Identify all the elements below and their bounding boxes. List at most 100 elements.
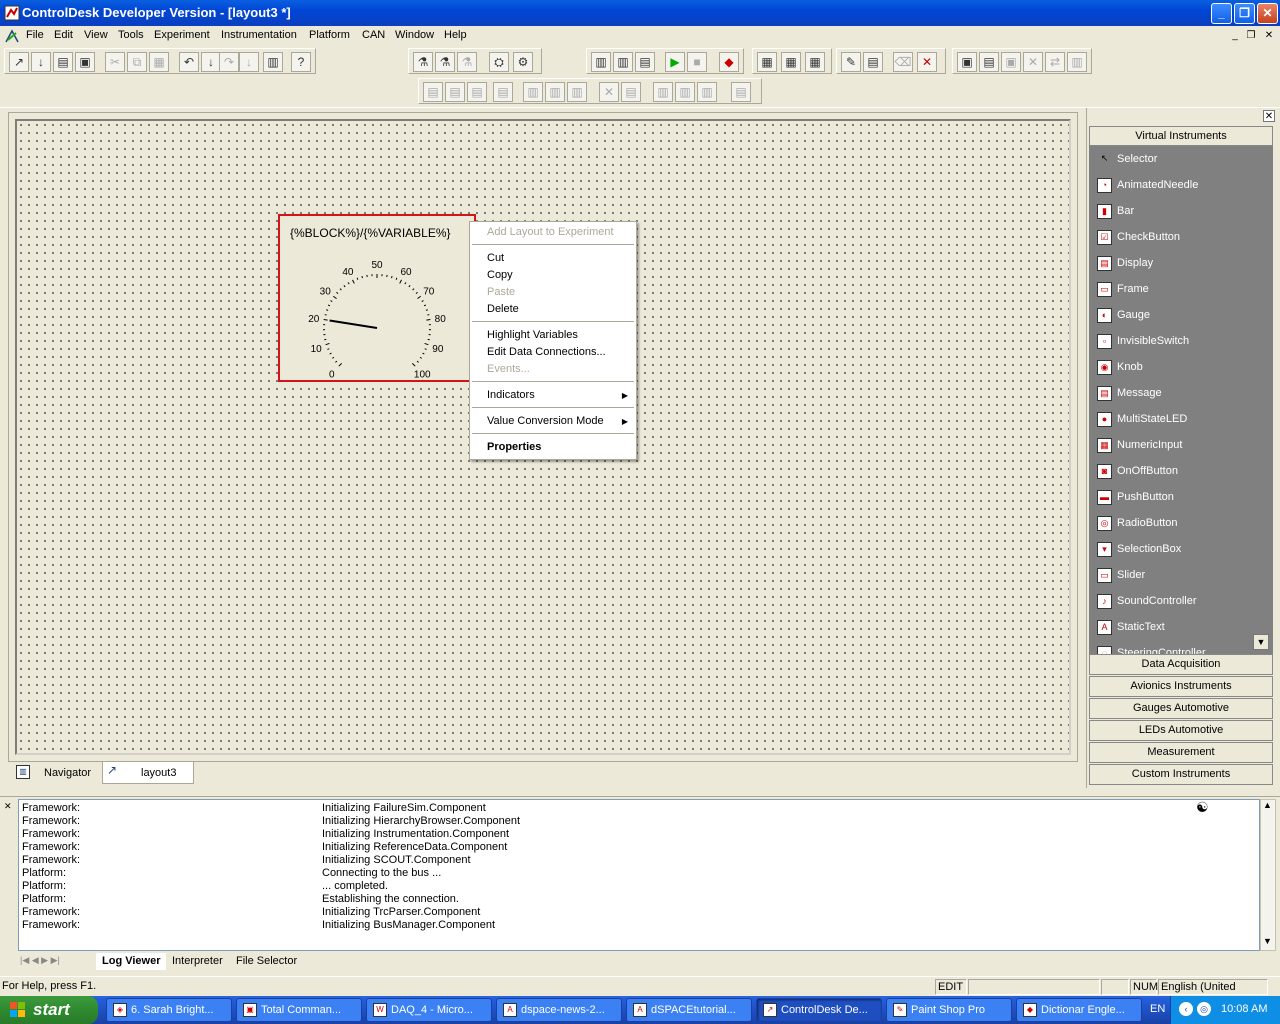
- open-icon[interactable]: ▤: [53, 52, 73, 72]
- reload-icon[interactable]: ▤: [635, 52, 655, 72]
- instrument-add-icon[interactable]: ▦: [805, 52, 825, 72]
- cut-icon[interactable]: ✂: [105, 52, 125, 72]
- taskbar-button[interactable]: AdSPACEtutorial...: [626, 998, 752, 1022]
- undo-dropdown-icon[interactable]: ↓: [201, 52, 221, 72]
- tab-interpreter[interactable]: Interpreter: [166, 953, 229, 970]
- grid-icon[interactable]: ▤: [621, 82, 641, 102]
- connect-icon[interactable]: ✎: [841, 52, 861, 72]
- experiment-close-icon[interactable]: ⚗: [457, 52, 477, 72]
- copy-icon[interactable]: ⧉: [127, 52, 147, 72]
- taskbar-button[interactable]: ◈ 6. Sarah Bright...: [106, 998, 232, 1022]
- vi-group-avionics-instruments[interactable]: Avionics Instruments: [1089, 676, 1273, 697]
- experiment-open-icon[interactable]: ⚗: [435, 52, 455, 72]
- space-vertical-icon[interactable]: ▥: [675, 82, 695, 102]
- order-icon[interactable]: ▥: [697, 82, 717, 102]
- same-width-icon[interactable]: ▥: [523, 82, 543, 102]
- menu-add-layout-to-experiment[interactable]: Add Layout to Experiment: [487, 226, 614, 238]
- help-icon[interactable]: ?: [291, 52, 311, 72]
- record-icon[interactable]: ◆: [719, 52, 739, 72]
- menu-copy[interactable]: Copy: [487, 269, 513, 281]
- chip-icon[interactable]: ▣: [957, 52, 977, 72]
- taskbar-button[interactable]: W DAQ_4 - Micro...: [366, 998, 492, 1022]
- start-button[interactable]: start: [0, 996, 98, 1024]
- same-size-icon[interactable]: ▥: [567, 82, 587, 102]
- vi-group-data-acquisition[interactable]: Data Acquisition: [1089, 654, 1273, 675]
- tab-layout3[interactable]: ↗ layout3: [102, 762, 194, 784]
- panel-close-icon[interactable]: ✕: [1263, 110, 1275, 122]
- menu-highlight-variables[interactable]: Highlight Variables: [487, 329, 578, 341]
- scroll-down-icon[interactable]: ▼: [1263, 936, 1272, 946]
- tray-arrow-icon[interactable]: ‹: [1179, 1002, 1193, 1016]
- vi-group-measurement[interactable]: Measurement: [1089, 742, 1273, 763]
- menu-properties[interactable]: Properties: [487, 441, 541, 453]
- menu-events[interactable]: Events...: [487, 363, 530, 375]
- connect-settings-icon[interactable]: ▤: [863, 52, 883, 72]
- mdi-minimize-button[interactable]: _: [1228, 29, 1242, 43]
- disconnect-icon[interactable]: ✕: [917, 52, 937, 72]
- same-height-icon[interactable]: ▥: [545, 82, 565, 102]
- book-icon[interactable]: ▥: [1067, 52, 1087, 72]
- menu-platform[interactable]: Platform: [309, 29, 350, 41]
- menu-instrumentation[interactable]: Instrumentation: [221, 29, 297, 41]
- space-horizontal-icon[interactable]: ▥: [653, 82, 673, 102]
- menu-view[interactable]: View: [84, 29, 108, 41]
- menu-file[interactable]: File: [26, 29, 44, 41]
- taskbar-button[interactable]: ▣ Total Comman...: [236, 998, 362, 1022]
- minimize-button[interactable]: _: [1211, 3, 1232, 24]
- mdi-restore-button[interactable]: ❐: [1244, 29, 1258, 43]
- log-viewer[interactable]: Framework: Initializing FailureSim.Compon…: [18, 799, 1260, 951]
- disk-icon[interactable]: ▣: [1001, 52, 1021, 72]
- menu-window[interactable]: Window: [395, 29, 434, 41]
- properties-icon[interactable]: ▥: [263, 52, 283, 72]
- taskbar-button[interactable]: ✎ Paint Shop Pro: [886, 998, 1012, 1022]
- download-icon[interactable]: ▥: [591, 52, 611, 72]
- redo-icon[interactable]: ↷: [219, 52, 239, 72]
- delete-icon[interactable]: ✕: [1023, 52, 1043, 72]
- align-right-icon[interactable]: ▤: [467, 82, 487, 102]
- vi-header[interactable]: Virtual Instruments: [1089, 126, 1273, 146]
- menu-indicators[interactable]: Indicators: [487, 389, 535, 401]
- platform-icon[interactable]: ⚙: [513, 52, 533, 72]
- delete-selection-icon[interactable]: ✕: [599, 82, 619, 102]
- tab-navigator[interactable]: ▥ Navigator: [10, 762, 102, 784]
- taskbar-button[interactable]: ◆ Dictionar Engle...: [1016, 998, 1142, 1022]
- navigator-toggle-icon[interactable]: ⛭: [489, 52, 509, 72]
- upload-icon[interactable]: ▥: [613, 52, 633, 72]
- start-icon[interactable]: ▶: [665, 52, 685, 72]
- save-icon[interactable]: ▣: [75, 52, 95, 72]
- instrument-grid-icon[interactable]: ▦: [781, 52, 801, 72]
- align-top-icon[interactable]: ▤: [493, 82, 513, 102]
- tray-network-icon[interactable]: ◎: [1197, 1002, 1211, 1016]
- instrument-icon[interactable]: ▦: [757, 52, 777, 72]
- taskbar-button[interactable]: ↗ ControlDesk De...: [756, 998, 882, 1022]
- new-dropdown-icon[interactable]: ↓: [31, 52, 51, 72]
- maximize-button[interactable]: ❐: [1234, 3, 1255, 24]
- scroll-up-icon[interactable]: ▲: [1263, 800, 1272, 810]
- paste-icon[interactable]: ▦: [149, 52, 169, 72]
- vi-group-leds-automotive[interactable]: LEDs Automotive: [1089, 720, 1273, 741]
- menu-help[interactable]: Help: [444, 29, 467, 41]
- menu-cut[interactable]: Cut: [487, 252, 504, 264]
- log-scrollbar[interactable]: ▲ ▼: [1260, 799, 1276, 951]
- menu-edit-data-connections[interactable]: Edit Data Connections...: [487, 346, 606, 358]
- language-indicator[interactable]: EN: [1150, 1003, 1165, 1015]
- menu-can[interactable]: CAN: [362, 29, 385, 41]
- undo-icon[interactable]: ↶: [179, 52, 199, 72]
- menu-tools[interactable]: Tools: [118, 29, 144, 41]
- layout-doc-icon[interactable]: [4, 28, 20, 44]
- vi-group-gauges-automotive[interactable]: Gauges Automotive: [1089, 698, 1273, 719]
- folder-icon[interactable]: ▤: [979, 52, 999, 72]
- close-button[interactable]: ✕: [1257, 3, 1278, 24]
- tab-log-viewer[interactable]: Log Viewer: [96, 953, 167, 970]
- tab-scroll-icons[interactable]: |◀ ◀ ▶ ▶|: [20, 955, 60, 966]
- new-layout-icon[interactable]: ↗: [9, 52, 29, 72]
- taskbar-button[interactable]: Adspace-news-2...: [496, 998, 622, 1022]
- mdi-close-button[interactable]: ✕: [1262, 29, 1276, 43]
- menu-paste[interactable]: Paste: [487, 286, 515, 298]
- menu-edit[interactable]: Edit: [54, 29, 73, 41]
- tab-file-selector[interactable]: File Selector: [230, 953, 303, 970]
- align-center-icon[interactable]: ▤: [445, 82, 465, 102]
- tab-order-icon[interactable]: ▤: [731, 82, 751, 102]
- menu-delete[interactable]: Delete: [487, 303, 519, 315]
- erase-icon[interactable]: ⌫: [893, 52, 913, 72]
